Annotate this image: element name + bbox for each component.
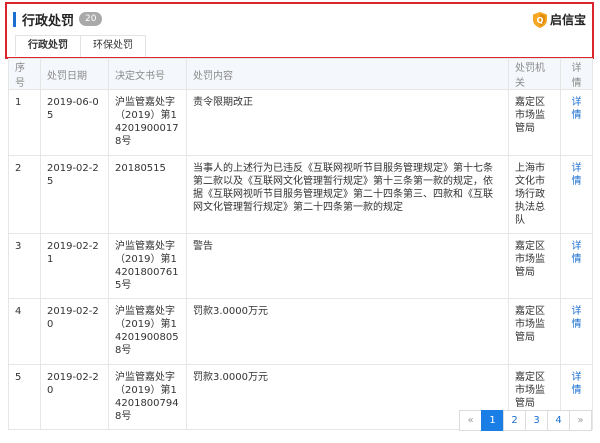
cell-content: 当事人的上述行为已违反《互联网视听节目服务管理规定》第十七条第二款以及《互联网文… [186, 155, 509, 234]
cell-date: 2019-02-20 [40, 298, 109, 365]
cell-doc-number: 沪监管嘉处字（2019）第142019008058号 [108, 298, 187, 365]
table-row: 4 2019-02-20 沪监管嘉处字（2019）第142019008058号 … [8, 298, 593, 365]
cell-no: 5 [8, 364, 41, 430]
cell-authority: 嘉定区市场监管局 [508, 233, 561, 299]
cell-content: 责令限期改正 [186, 89, 509, 156]
column-header-no: 序号 [8, 58, 41, 90]
detail-link[interactable]: 详情 [572, 306, 582, 330]
cell-doc-number: 20180515 [108, 155, 187, 234]
cell-detail: 详情 [560, 298, 593, 365]
table-row: 3 2019-02-21 沪监管嘉处字（2019）第142018007615号 … [8, 233, 593, 299]
cell-authority: 上海市文化市场行政执法总队 [508, 155, 561, 234]
shield-icon: Q [532, 11, 547, 28]
cell-doc-number: 沪监管嘉处字（2019）第142019000178号 [108, 89, 187, 156]
table-header-row: 序号 处罚日期 决定文书号 处罚内容 处罚机关 详情 [8, 58, 593, 90]
cell-content: 罚款3.0000万元 [186, 298, 509, 365]
tab-bar: 行政处罚 环保处罚 [15, 35, 146, 57]
pagination-next-button[interactable]: » [569, 410, 592, 431]
table-row: 2 2019-02-25 20180515 当事人的上述行为已违反《互联网视听节… [8, 155, 593, 234]
cell-date: 2019-02-21 [40, 233, 109, 299]
brand-logo: Q 启信宝 [532, 11, 586, 28]
pagination-prev-button[interactable]: « [459, 410, 482, 431]
penalty-table-container: 序号 处罚日期 决定文书号 处罚内容 处罚机关 详情 1 2019-06-05 … [8, 58, 593, 430]
penalty-table: 序号 处罚日期 决定文书号 处罚内容 处罚机关 详情 1 2019-06-05 … [8, 58, 593, 430]
tab-environmental-penalty[interactable]: 环保处罚 [80, 35, 146, 57]
svg-text:Q: Q [537, 16, 544, 25]
section-title-row: 行政处罚 20 [13, 10, 103, 29]
cell-authority: 嘉定区市场监管局 [508, 298, 561, 365]
cell-no: 1 [8, 89, 41, 156]
column-header-content: 处罚内容 [186, 58, 509, 90]
pagination-page-4[interactable]: 4 [547, 410, 570, 431]
cell-detail: 详情 [560, 233, 593, 299]
cell-no: 2 [8, 155, 41, 234]
cell-authority: 嘉定区市场监管局 [508, 89, 561, 156]
table-row: 1 2019-06-05 沪监管嘉处字（2019）第142019000178号 … [8, 89, 593, 156]
detail-link[interactable]: 详情 [572, 97, 582, 121]
column-header-doc-number: 决定文书号 [108, 58, 187, 90]
detail-link[interactable]: 详情 [572, 241, 582, 265]
cell-date: 2019-02-20 [40, 364, 109, 430]
column-header-date: 处罚日期 [40, 58, 109, 90]
tab-administrative-penalty[interactable]: 行政处罚 [15, 35, 81, 57]
pagination-page-2[interactable]: 2 [503, 410, 526, 431]
brand-name: 启信宝 [549, 13, 586, 27]
cell-detail: 详情 [560, 155, 593, 234]
section-header: 行政处罚 20 Q 启信宝 行政处罚 环保处罚 [5, 2, 594, 59]
cell-date: 2019-02-25 [40, 155, 109, 234]
pagination-page-3[interactable]: 3 [525, 410, 548, 431]
cell-detail: 详情 [560, 89, 593, 156]
column-header-authority: 处罚机关 [508, 58, 561, 90]
cell-date: 2019-06-05 [40, 89, 109, 156]
title-accent-bar [13, 11, 16, 27]
count-badge: 20 [79, 12, 103, 26]
detail-link[interactable]: 详情 [572, 163, 582, 187]
pagination-page-1[interactable]: 1 [481, 410, 504, 431]
cell-doc-number: 沪监管嘉处字（2019）第142018007615号 [108, 233, 187, 299]
cell-no: 3 [8, 233, 41, 299]
detail-link[interactable]: 详情 [572, 372, 582, 396]
cell-content: 警告 [186, 233, 509, 299]
cell-doc-number: 沪监管嘉处字（2019）第142018007948号 [108, 364, 187, 430]
section-title: 行政处罚 [22, 13, 75, 29]
pagination: « 1 2 3 4 » [459, 410, 592, 431]
cell-no: 4 [8, 298, 41, 365]
column-header-detail: 详情 [560, 58, 593, 90]
